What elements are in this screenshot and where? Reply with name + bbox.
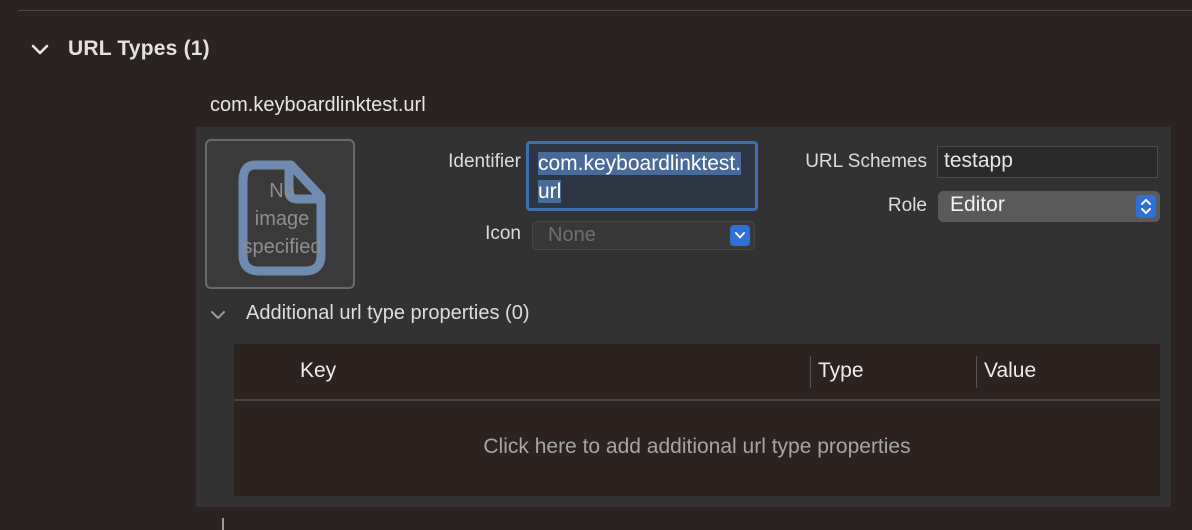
identifier-field[interactable]: com.keyboardlinktest.url [526, 141, 758, 211]
column-key[interactable]: Key [300, 359, 336, 383]
section-title[interactable]: URL Types (1) [68, 37, 210, 61]
role-popup-value: Editor [950, 193, 1005, 216]
chevron-down-icon[interactable] [730, 225, 750, 246]
add-property-hint[interactable]: Click here to add additional url type pr… [234, 435, 1160, 459]
role-popup[interactable]: Editor [938, 191, 1160, 222]
column-value[interactable]: Value [984, 359, 1036, 383]
additional-properties-title[interactable]: Additional url type properties (0) [246, 302, 529, 325]
chevron-down-icon[interactable] [30, 40, 50, 60]
url-schemes-field[interactable]: testapp [937, 146, 1158, 178]
identifier-value: com.keyboardlinktest.url [538, 152, 742, 203]
url-type-title: com.keyboardlinktest.url [210, 94, 426, 116]
icon-popup[interactable]: None [532, 221, 755, 250]
column-divider[interactable] [976, 356, 977, 388]
table-header: Key Type Value [234, 344, 1160, 401]
image-well[interactable]: No image specified [205, 139, 355, 289]
column-divider[interactable] [810, 356, 811, 388]
icon-label: Icon [485, 223, 521, 244]
chevron-down-icon[interactable] [208, 306, 228, 324]
no-image-text: No image specified [242, 180, 322, 258]
up-down-chevron-icon[interactable] [1136, 195, 1156, 218]
properties-table: Key Type Value Click here to add additio… [234, 344, 1160, 496]
url-schemes-label: URL Schemes [805, 151, 927, 172]
icon-popup-value: None [548, 224, 596, 246]
top-divider [18, 10, 1192, 11]
column-type[interactable]: Type [818, 359, 864, 383]
role-label: Role [887, 195, 927, 216]
identifier-label: Identifier [448, 151, 521, 172]
bottom-marker [222, 518, 224, 530]
